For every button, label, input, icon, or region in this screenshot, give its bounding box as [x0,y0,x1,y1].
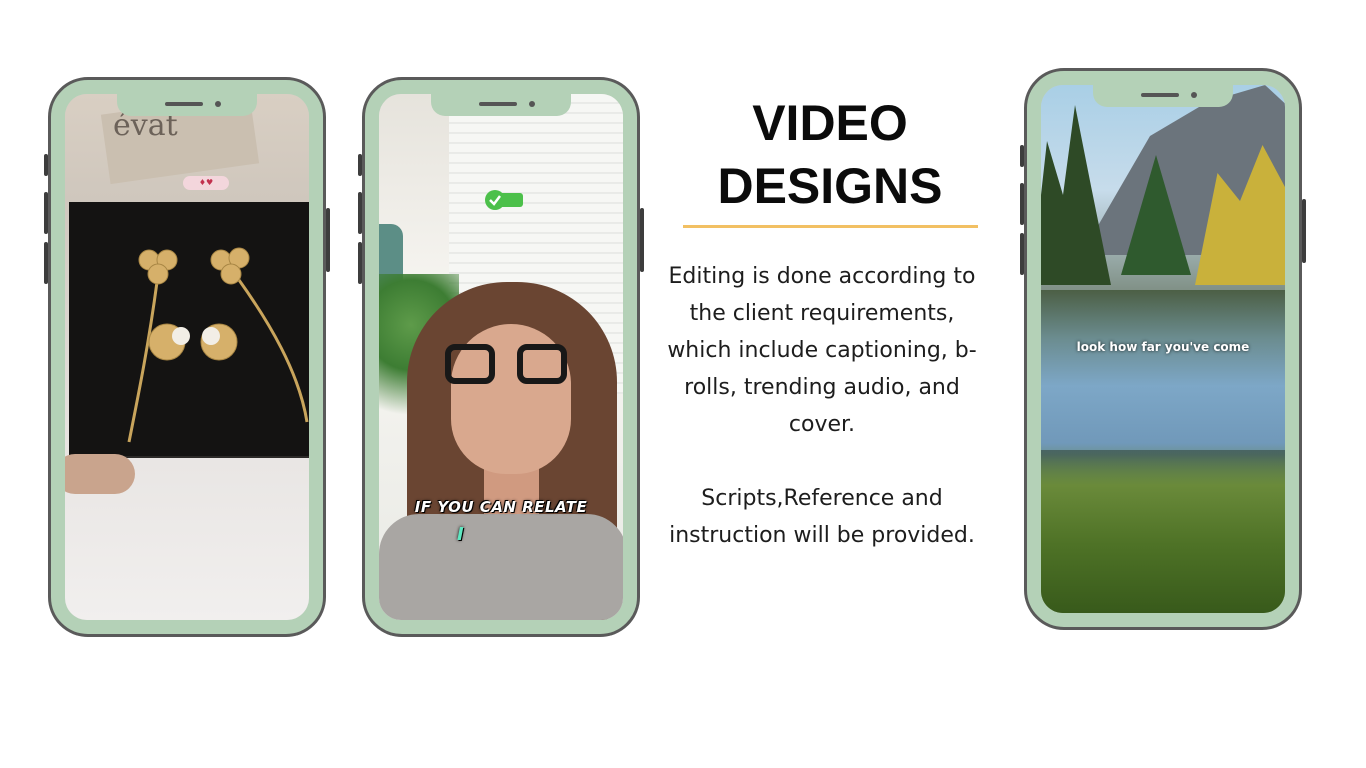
description-block: Editing is done according to the client … [655,258,989,554]
hand [65,454,135,494]
side-button [1020,233,1024,275]
phone-mockup-jewelry: évat ♦︎♥ [44,77,330,637]
heart-sticker-icon: ♦︎♥ [183,176,229,190]
video-caption-word: I [457,524,464,545]
description-text: Editing is done according to the client … [667,264,977,437]
side-button [358,192,362,234]
phone-notch [431,94,571,116]
title-underline [683,225,978,228]
earrings-icon [127,247,309,443]
phone-screen: look how far you've come [1041,85,1285,613]
jewelry-box [69,202,309,456]
phone-notch [1093,85,1233,107]
side-button [1020,183,1024,225]
side-button [640,208,644,272]
side-button [1020,145,1024,167]
page-title: VIDEO DESIGNS [670,92,990,218]
side-button [326,208,330,272]
phone-notch [117,94,257,116]
side-button [1302,199,1306,263]
title-line-2: DESIGNS [717,158,943,214]
checkmark-toggle-icon [485,190,523,210]
video-caption: look how far you've come [1076,340,1250,354]
phone-mockup-lake: look how far you've come [1020,68,1306,630]
side-button [44,242,48,284]
phone-screen: évat ♦︎♥ [65,94,309,620]
side-button [44,192,48,234]
side-button [358,242,362,284]
phone-mockup-talking-head: IF YOU CAN RELATE I [358,77,644,637]
phone-screen: IF YOU CAN RELATE I [379,94,623,620]
title-line-1: VIDEO [752,95,908,151]
video-caption: IF YOU CAN RELATE [414,498,588,516]
note-text: Scripts,Reference and instruction will b… [669,486,975,548]
side-button [358,154,362,176]
side-button [44,154,48,176]
